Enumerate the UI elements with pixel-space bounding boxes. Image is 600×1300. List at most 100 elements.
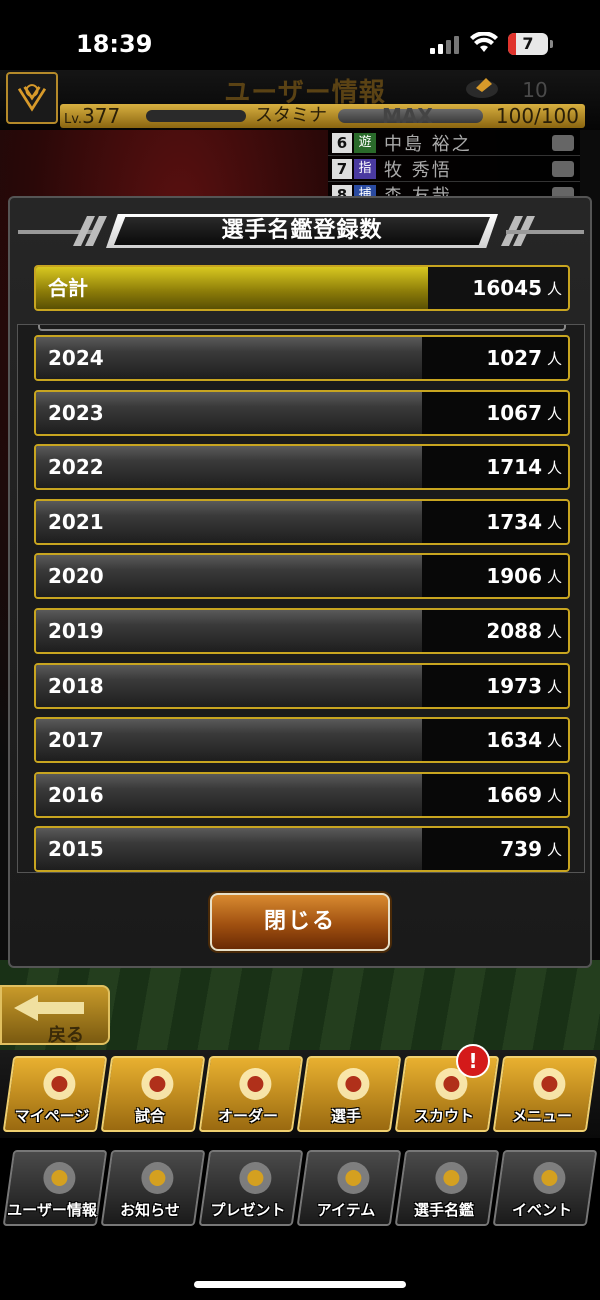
year-count-value: 1027 — [486, 346, 542, 370]
total-value: 16045 — [472, 276, 542, 300]
year-count-row: 2017 1634 人 — [34, 717, 570, 764]
nav-label: ユーザー情報 — [7, 1201, 97, 1219]
coin-icon — [466, 78, 498, 98]
back-arrow-icon — [14, 995, 84, 1021]
nav-button-player[interactable]: 選手 — [296, 1056, 402, 1132]
nav-label: 試合 — [134, 1107, 165, 1125]
battery-indicator: 7 — [508, 33, 553, 55]
nav-label: アイテム — [316, 1201, 376, 1219]
player-book-count-dialog: 選手名鑑登録数 合計 16045 人 2024 1027 人 2023 1067 人 202… — [8, 196, 592, 968]
year-count-unit: 人 — [546, 350, 562, 368]
year-label: 2024 — [48, 346, 104, 370]
year-count-value: 1067 — [486, 400, 542, 425]
order-badge-icon — [552, 160, 574, 177]
year-count-value: 739 — [500, 837, 542, 862]
year-count-row: 2015 739 人 — [34, 826, 570, 872]
year-label: 2018 — [48, 673, 104, 698]
primary-nav: マイページ 試合 オーダー 選手 スカウト メニュー — [0, 1050, 600, 1138]
status-time: 18:39 — [76, 30, 153, 58]
signal-icon — [430, 36, 460, 54]
exp-bar — [146, 110, 246, 122]
year-label: 2016 — [48, 782, 104, 807]
coin-count: 10 — [522, 78, 548, 102]
nav-button-notice[interactable]: お知らせ — [100, 1150, 206, 1226]
year-count-value: 1714 — [486, 455, 542, 480]
nav-label: 選手 — [330, 1107, 361, 1125]
year-label: 2023 — [48, 400, 104, 425]
year-count-unit: 人 — [546, 404, 562, 423]
order-position: 遊 — [354, 132, 376, 153]
gift-icon — [239, 1162, 272, 1194]
player-book-icon — [435, 1162, 468, 1194]
nav-label: マイページ — [14, 1107, 90, 1125]
year-count-unit: 人 — [546, 677, 562, 696]
back-button[interactable]: 戻る — [0, 985, 110, 1046]
order-position: 指 — [354, 158, 376, 179]
nav-button-stadium[interactable]: 試合 — [100, 1056, 206, 1132]
menu-icon — [533, 1068, 566, 1100]
year-count-value: 1973 — [486, 673, 542, 698]
game-header: ユーザー情報 10 Lv.377 スタミナ MAX 100/100 — [0, 70, 600, 130]
secondary-nav: ユーザー情報 お知らせ プレゼント アイテム 選手名鑑 イベント — [0, 1138, 600, 1238]
total-label: 合計 — [48, 276, 88, 300]
notice-icon — [141, 1162, 174, 1194]
nav-label: 選手名鑑 — [413, 1201, 474, 1219]
dialog-title-bar: 選手名鑑登録数 — [18, 214, 584, 248]
year-count-row: 2024 1027 人 — [34, 335, 570, 381]
close-label: 閉じる — [263, 909, 336, 934]
year-count-row: 2021 1734 人 — [34, 498, 570, 545]
team-logo-icon[interactable] — [6, 72, 58, 124]
nav-button-field-order[interactable]: オーダー — [198, 1056, 304, 1132]
player-icon — [337, 1068, 370, 1100]
field-order-icon — [239, 1068, 272, 1100]
order-number: 6 — [332, 132, 352, 153]
order-number: 7 — [332, 158, 352, 179]
order-row: 6 遊中島 裕之 — [328, 130, 580, 156]
nav-button-item[interactable]: アイテム — [296, 1150, 402, 1226]
item-icon — [337, 1162, 370, 1194]
year-count-unit: 人 — [546, 568, 562, 587]
year-count-row: 2022 1714 人 — [34, 444, 570, 491]
year-count-row: 2019 2088 人 — [34, 608, 570, 654]
year-label: 2015 — [48, 837, 104, 862]
player-status-strip: Lv.377 スタミナ MAX 100/100 — [60, 104, 585, 128]
year-count-value: 1634 — [486, 728, 542, 753]
nav-label: プレゼント — [210, 1201, 286, 1219]
year-count-unit: 人 — [546, 841, 562, 860]
home-indicator[interactable] — [194, 1281, 406, 1288]
year-count-list[interactable]: 2024 1027 人 2023 1067 人 2022 1714 人 2021 1734 人 2020… — [17, 324, 585, 873]
nav-label: お知らせ — [120, 1201, 180, 1219]
nav-label: イベント — [511, 1201, 572, 1219]
nav-label: オーダー — [217, 1107, 278, 1125]
order-player-name: 中島 裕之 — [384, 133, 472, 155]
year-label: 2020 — [48, 564, 104, 589]
stamina-value: 100/100 — [495, 104, 579, 128]
year-label: 2021 — [48, 509, 104, 534]
stadium-icon — [141, 1068, 174, 1100]
year-count-unit: 人 — [546, 623, 562, 641]
year-count-row: 2023 1067 人 — [34, 389, 570, 436]
nav-button-menu[interactable]: メニュー — [492, 1056, 598, 1132]
year-label: 2022 — [48, 455, 104, 480]
year-count-value: 1734 — [486, 509, 542, 534]
event-icon — [533, 1162, 566, 1194]
nav-button-mypage[interactable]: マイページ — [2, 1056, 108, 1132]
year-count-row: 2018 1973 人 — [34, 662, 570, 709]
total-row: 合計 16045 人 — [34, 265, 570, 311]
dialog-title: 選手名鑑登録数 — [221, 218, 383, 243]
order-badge-icon — [552, 134, 574, 151]
nav-label: スカウト — [413, 1107, 474, 1125]
close-button[interactable]: 閉じる — [210, 893, 390, 951]
year-count-unit: 人 — [546, 732, 562, 751]
nav-button-user-info[interactable]: ユーザー情報 — [2, 1150, 108, 1226]
year-count-value: 1669 — [486, 782, 542, 807]
year-count-value: 2088 — [486, 619, 542, 643]
year-count-value: 1906 — [486, 564, 542, 589]
year-label: 2019 — [48, 619, 104, 643]
nav-button-gift[interactable]: プレゼント — [198, 1150, 304, 1226]
year-count-unit: 人 — [546, 459, 562, 478]
nav-button-event[interactable]: イベント — [492, 1150, 598, 1226]
order-row: 7指牧 秀悟 — [328, 156, 580, 182]
year-count-unit: 人 — [546, 513, 562, 532]
nav-button-player-book[interactable]: 選手名鑑 — [394, 1150, 500, 1226]
